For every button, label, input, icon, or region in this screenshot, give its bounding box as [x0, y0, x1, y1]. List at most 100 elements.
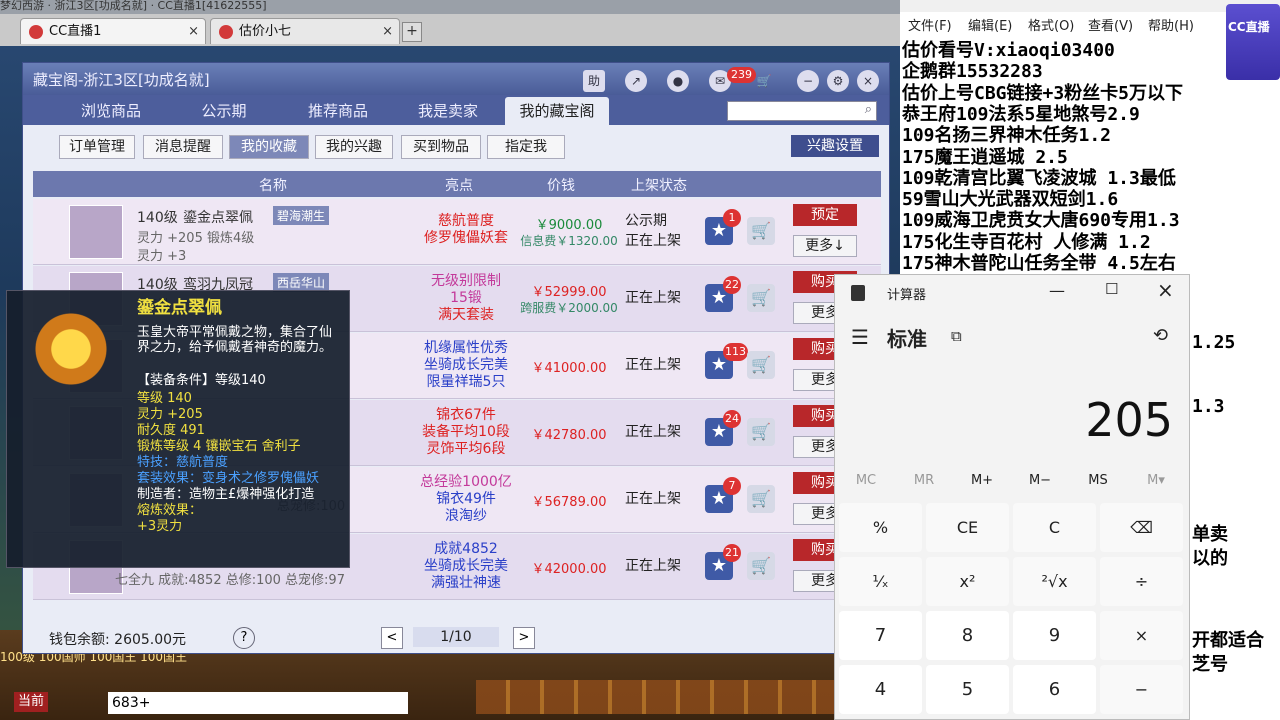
close-icon[interactable]: ×	[188, 19, 199, 45]
cart-icon[interactable]: 🛒	[747, 351, 775, 379]
tooltip-attribute: 制造者：造物主£爆神强化打造	[137, 487, 315, 502]
listing-status: 正在上架	[625, 558, 681, 574]
tooltip-attribute: +3灵力	[137, 519, 183, 534]
memory-button[interactable]: MS	[1073, 473, 1123, 488]
calculator-display: 205	[1085, 393, 1173, 447]
memory-button[interactable]: M+	[957, 473, 1007, 488]
help-icon[interactable]: ?	[233, 627, 255, 649]
calc-key[interactable]: 5	[926, 665, 1009, 714]
tab-price-estimate[interactable]: 估价小七 ×	[210, 18, 400, 44]
gear-icon[interactable]: ⚙	[827, 70, 849, 92]
order-management-button[interactable]: 订单管理	[59, 135, 135, 159]
minimize-icon[interactable]: −	[797, 70, 819, 92]
menu-view[interactable]: 查看(V)	[1088, 15, 1133, 34]
notepad-titlebar	[900, 0, 1280, 12]
menu-format[interactable]: 格式(O)	[1028, 15, 1074, 34]
close-icon[interactable]: ×	[1157, 278, 1174, 302]
tab-cc-live[interactable]: CC直播1 ×	[20, 18, 206, 44]
keep-on-top-icon[interactable]: ⧉	[951, 327, 962, 345]
prev-page-button[interactable]: <	[381, 627, 403, 649]
window-title: 藏宝阁-浙江3区[功成名就]	[33, 71, 210, 89]
tooltip-requirement: 【装备条件】等级140	[137, 373, 266, 388]
calc-key[interactable]: ¹⁄ₓ	[839, 557, 922, 606]
purchased-items-button[interactable]: 买到物品	[401, 135, 481, 159]
chat-input[interactable]: 683+	[108, 692, 408, 714]
calc-key[interactable]: 4	[839, 665, 922, 714]
memory-button[interactable]: M▾	[1131, 473, 1181, 488]
history-icon[interactable]: ⟲	[1153, 325, 1168, 346]
menu-icon[interactable]: ☰	[851, 325, 869, 349]
help-button[interactable]: 助	[583, 70, 605, 92]
cart-icon[interactable]: 🛒	[747, 284, 775, 312]
more-button[interactable]: 更多↓	[793, 235, 857, 257]
menu-edit[interactable]: 编辑(E)	[968, 15, 1012, 34]
close-icon[interactable]: ×	[857, 70, 879, 92]
cart-icon[interactable]: 🛒	[747, 418, 775, 446]
table-row[interactable]: 140级 鎏金点翠佩 碧海潮生 灵力 +205 锻炼4级 灵力 +3 慈航普度 修罗傀儡妖套…	[33, 199, 881, 265]
tooltip-title: 鎏金点翠佩	[137, 298, 222, 318]
cart-icon[interactable]: 🛒	[753, 70, 775, 92]
calc-key[interactable]: CE	[926, 503, 1009, 552]
item-fee: 跨服费￥2000.00	[520, 301, 618, 315]
share-icon[interactable]: ↗	[625, 70, 647, 92]
menu-help[interactable]: 帮助(H)	[1148, 15, 1194, 34]
notepad-line-fragment: 单卖	[1192, 524, 1228, 545]
buy-button[interactable]: 预定	[793, 204, 857, 226]
memory-button[interactable]: MC	[841, 473, 891, 488]
maximize-icon[interactable]: ☐	[1105, 280, 1118, 298]
calc-key[interactable]: %	[839, 503, 922, 552]
item-subtext: 灵力 +3	[137, 249, 187, 264]
assigned-to-me-button[interactable]: 指定我	[487, 135, 565, 159]
current-channel-button[interactable]: 当前	[14, 692, 48, 712]
tab-recommended[interactable]: 推荐商品	[283, 97, 393, 125]
footer-row-text: 七全九 成就:4852 总修:100 总宠修:97	[115, 573, 345, 588]
interest-settings-button[interactable]: 兴趣设置	[791, 135, 879, 157]
memory-button[interactable]: MR	[899, 473, 949, 488]
calc-key[interactable]: ⌫	[1100, 503, 1183, 552]
calc-key[interactable]: 6	[1013, 665, 1096, 714]
calc-key[interactable]: 7	[839, 611, 922, 660]
column-price: 价钱	[547, 178, 575, 194]
page-indicator: 1/10	[413, 627, 499, 647]
calc-key[interactable]: −	[1100, 665, 1183, 714]
message-reminder-button[interactable]: 消息提醒	[143, 135, 223, 159]
next-page-button[interactable]: >	[513, 627, 535, 649]
listing-status: 正在上架	[625, 233, 681, 249]
calc-key[interactable]: 9	[1013, 611, 1096, 660]
highlight-text: 机缘属性优秀	[424, 340, 508, 356]
search-input[interactable]: ⌕	[727, 101, 877, 121]
close-icon[interactable]: ×	[382, 19, 393, 45]
highlight-text: 浪淘纱	[445, 508, 487, 524]
item-name[interactable]: 鎏金点翠佩	[183, 207, 253, 227]
tooltip-attribute: 耐久度 491	[137, 423, 205, 438]
calc-key[interactable]: 8	[926, 611, 1009, 660]
calc-key[interactable]: C	[1013, 503, 1096, 552]
new-tab-button[interactable]: +	[402, 22, 422, 42]
cart-icon[interactable]: 🛒	[747, 552, 775, 580]
calc-key[interactable]: x²	[926, 557, 1009, 606]
my-favorites-button[interactable]: 我的收藏	[229, 135, 309, 159]
favorite-count-badge: 22	[723, 276, 741, 294]
tab-seller[interactable]: 我是卖家	[395, 97, 501, 125]
browser-top-strip: 梦幻西游 · 浙江3区[功成名就] · CC直播1[41622555]	[0, 0, 900, 14]
cart-icon[interactable]: 🛒	[747, 217, 775, 245]
tab-browse[interactable]: 浏览商品	[53, 97, 169, 125]
item-price: ￥42000.00	[531, 562, 607, 577]
tab-my-pavilion[interactable]: 我的藏宝阁	[505, 97, 609, 125]
wallet-balance: 钱包余额: 2605.00元	[49, 632, 187, 648]
memory-button[interactable]: M−	[1015, 473, 1065, 488]
minimize-icon[interactable]: —	[1049, 281, 1065, 300]
item-price: ￥56789.00	[531, 495, 607, 510]
record-icon[interactable]: ●	[667, 70, 689, 92]
menu-file[interactable]: 文件(F)	[908, 15, 952, 34]
cc-live-icon	[29, 24, 43, 39]
my-interests-button[interactable]: 我的兴趣	[315, 135, 393, 159]
server-tag: 碧海潮生	[273, 206, 330, 225]
cart-icon[interactable]: 🛒	[747, 485, 775, 513]
tab-announcement[interactable]: 公示期	[169, 97, 279, 125]
browser-tab-bar: 梦幻西游 · 浙江3区[功成名就] · CC直播1[41622555] CC直播…	[0, 0, 900, 46]
calc-key[interactable]: ²√x	[1013, 557, 1096, 606]
calc-key[interactable]: ×	[1100, 611, 1183, 660]
item-thumbnail[interactable]	[69, 205, 123, 259]
calc-key[interactable]: ÷	[1100, 557, 1183, 606]
